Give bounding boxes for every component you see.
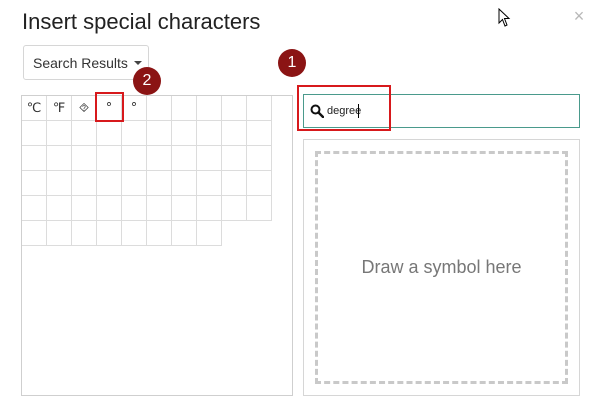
character-cell[interactable]: ℉: [47, 96, 72, 121]
character-cell[interactable]: [197, 171, 222, 196]
step-badge-1: 1: [278, 49, 306, 77]
character-cell[interactable]: [222, 121, 247, 146]
character-cell[interactable]: [72, 146, 97, 171]
caret-down-icon: [133, 60, 142, 65]
character-cell[interactable]: [122, 196, 147, 221]
close-icon[interactable]: ×: [571, 7, 587, 25]
category-dropdown[interactable]: Search Results: [23, 45, 149, 80]
character-cell[interactable]: [197, 196, 222, 221]
character-cell[interactable]: [147, 221, 172, 246]
character-cell[interactable]: [47, 146, 72, 171]
character-cell[interactable]: [122, 171, 147, 196]
character-cell[interactable]: [172, 221, 197, 246]
character-cell[interactable]: [172, 171, 197, 196]
character-cell[interactable]: [47, 196, 72, 221]
character-cell[interactable]: [22, 196, 47, 221]
character-cell[interactable]: [22, 221, 47, 246]
dialog-title: Insert special characters: [22, 9, 261, 34]
character-cell[interactable]: [222, 146, 247, 171]
character-cell[interactable]: ⯑: [72, 96, 97, 121]
character-cell[interactable]: [97, 221, 122, 246]
category-dropdown-label: Search Results: [33, 54, 128, 71]
character-cell[interactable]: [97, 146, 122, 171]
character-cell[interactable]: [222, 196, 247, 221]
character-cell[interactable]: [197, 146, 222, 171]
character-grid: ℃ ℉ ⯑ ° °: [22, 96, 272, 246]
character-cell[interactable]: [22, 121, 47, 146]
step-badge-2: 2: [133, 67, 161, 95]
search-highlight-box: [297, 85, 391, 131]
draw-panel: Draw a symbol here: [303, 139, 580, 396]
draw-symbol-area[interactable]: Draw a symbol here: [315, 151, 568, 384]
character-cell[interactable]: [197, 96, 222, 121]
character-cell[interactable]: [47, 171, 72, 196]
character-cell[interactable]: [147, 146, 172, 171]
character-cell[interactable]: [97, 171, 122, 196]
character-cell[interactable]: [47, 121, 72, 146]
character-cell[interactable]: [22, 171, 47, 196]
draw-symbol-label: Draw a symbol here: [361, 257, 522, 277]
character-cell[interactable]: [72, 196, 97, 221]
character-cell[interactable]: [247, 171, 272, 196]
character-cell[interactable]: [122, 221, 147, 246]
character-cell[interactable]: [172, 96, 197, 121]
character-cell[interactable]: [122, 121, 147, 146]
character-cell[interactable]: [172, 121, 197, 146]
character-cell[interactable]: [147, 121, 172, 146]
character-cell[interactable]: [147, 171, 172, 196]
character-cell[interactable]: [72, 171, 97, 196]
character-cell[interactable]: ℃: [22, 96, 47, 121]
character-cell[interactable]: [197, 121, 222, 146]
character-cell[interactable]: [147, 96, 172, 121]
character-cell[interactable]: [97, 196, 122, 221]
mouse-pointer-icon: [498, 8, 511, 27]
character-cell[interactable]: [247, 96, 272, 121]
character-cell[interactable]: [72, 121, 97, 146]
character-cell[interactable]: [197, 221, 222, 246]
character-cell[interactable]: [122, 146, 147, 171]
character-cell[interactable]: [247, 121, 272, 146]
character-cell[interactable]: [172, 196, 197, 221]
character-cell[interactable]: [222, 171, 247, 196]
degree-highlight-box: [95, 92, 124, 122]
character-cell[interactable]: [97, 121, 122, 146]
character-cell[interactable]: [172, 146, 197, 171]
character-cell[interactable]: [247, 196, 272, 221]
character-cell[interactable]: [47, 221, 72, 246]
character-cell[interactable]: [72, 221, 97, 246]
character-cell[interactable]: [22, 146, 47, 171]
character-results-panel: ℃ ℉ ⯑ ° °: [21, 95, 293, 396]
character-cell[interactable]: [147, 196, 172, 221]
character-cell[interactable]: [247, 146, 272, 171]
character-cell[interactable]: [222, 96, 247, 121]
character-cell[interactable]: °: [122, 96, 147, 121]
